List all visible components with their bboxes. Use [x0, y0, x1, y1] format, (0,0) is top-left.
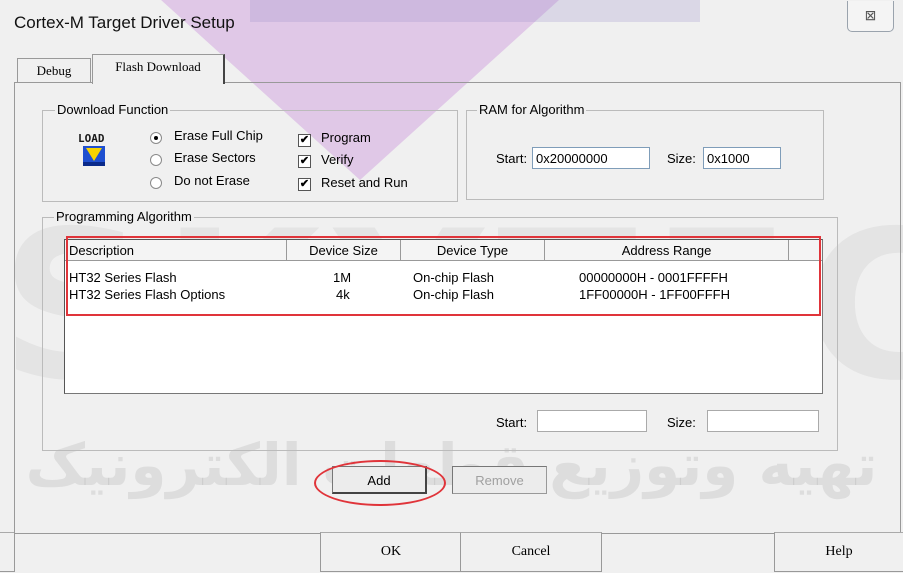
- column-header-device-type[interactable]: Device Type: [401, 240, 545, 261]
- erase-sectors-label: Erase Sectors: [174, 150, 256, 165]
- algorithm-start-input[interactable]: [537, 410, 647, 432]
- tab-flash-download[interactable]: Flash Download: [92, 54, 225, 84]
- column-header-description[interactable]: Description: [65, 240, 287, 261]
- table-row[interactable]: HT32 Series Flash 1M On-chip Flash 00000…: [65, 270, 822, 287]
- algorithm-list[interactable]: Description Device Size Device Type Addr…: [64, 239, 823, 394]
- remove-button[interactable]: Remove: [452, 466, 547, 494]
- row-device-size: 4k: [336, 287, 350, 302]
- close-icon: ⊠: [864, 7, 877, 23]
- window-title: Cortex-M Target Driver Setup: [14, 13, 235, 32]
- ram-size-label: Size:: [667, 151, 696, 166]
- row-address-range: 00000000H - 0001FFFFH: [579, 270, 728, 285]
- algorithm-start-label: Start:: [496, 415, 528, 430]
- load-icon-label: LOAD: [78, 132, 105, 145]
- programming-algorithm-legend: Programming Algorithm: [54, 209, 194, 224]
- row-description: HT32 Series Flash Options: [69, 287, 226, 302]
- ok-button[interactable]: OK: [320, 532, 462, 572]
- erase-sectors-radio[interactable]: [150, 154, 162, 166]
- add-button[interactable]: Add: [332, 466, 427, 494]
- reset-and-run-label: Reset and Run: [321, 175, 408, 190]
- reset-and-run-checkbox[interactable]: ✔: [298, 178, 311, 191]
- watermark-bar: [250, 0, 700, 22]
- row-device-size: 1M: [333, 270, 352, 285]
- ram-for-algorithm-legend: RAM for Algorithm: [477, 102, 587, 117]
- column-header-address-range[interactable]: Address Range: [545, 240, 789, 261]
- download-function-legend: Download Function: [55, 102, 171, 117]
- help-button[interactable]: Help: [774, 532, 903, 572]
- row-description: HT32 Series Flash: [69, 270, 177, 285]
- row-device-type: On-chip Flash: [413, 270, 494, 285]
- ram-start-input[interactable]: 0x20000000: [532, 147, 650, 169]
- program-checkbox[interactable]: ✔: [298, 134, 311, 147]
- row-address-range: 1FF00000H - 1FF00FFFH: [579, 287, 730, 302]
- verify-checkbox[interactable]: ✔: [298, 155, 311, 168]
- tab-debug[interactable]: Debug: [17, 58, 91, 83]
- bottom-left-edge: [0, 532, 15, 572]
- table-row[interactable]: HT32 Series Flash Options 4k On-chip Fla…: [65, 287, 822, 304]
- verify-label: Verify: [321, 152, 354, 167]
- column-header-device-size[interactable]: Device Size: [287, 240, 401, 261]
- ram-start-label: Start:: [496, 151, 528, 166]
- ram-size-input[interactable]: 0x1000: [703, 147, 781, 169]
- column-header-filler: [789, 240, 822, 261]
- program-label: Program: [321, 130, 371, 145]
- erase-full-chip-radio[interactable]: [150, 132, 162, 144]
- erase-full-chip-label: Erase Full Chip: [174, 128, 263, 143]
- row-device-type: On-chip Flash: [413, 287, 494, 302]
- algorithm-size-input[interactable]: [707, 410, 819, 432]
- close-button[interactable]: ⊠: [847, 1, 894, 32]
- algorithm-size-label: Size:: [667, 415, 696, 430]
- load-icon: LOAD: [77, 131, 111, 169]
- cancel-button[interactable]: Cancel: [460, 532, 602, 572]
- do-not-erase-label: Do not Erase: [174, 173, 250, 188]
- do-not-erase-radio[interactable]: [150, 177, 162, 189]
